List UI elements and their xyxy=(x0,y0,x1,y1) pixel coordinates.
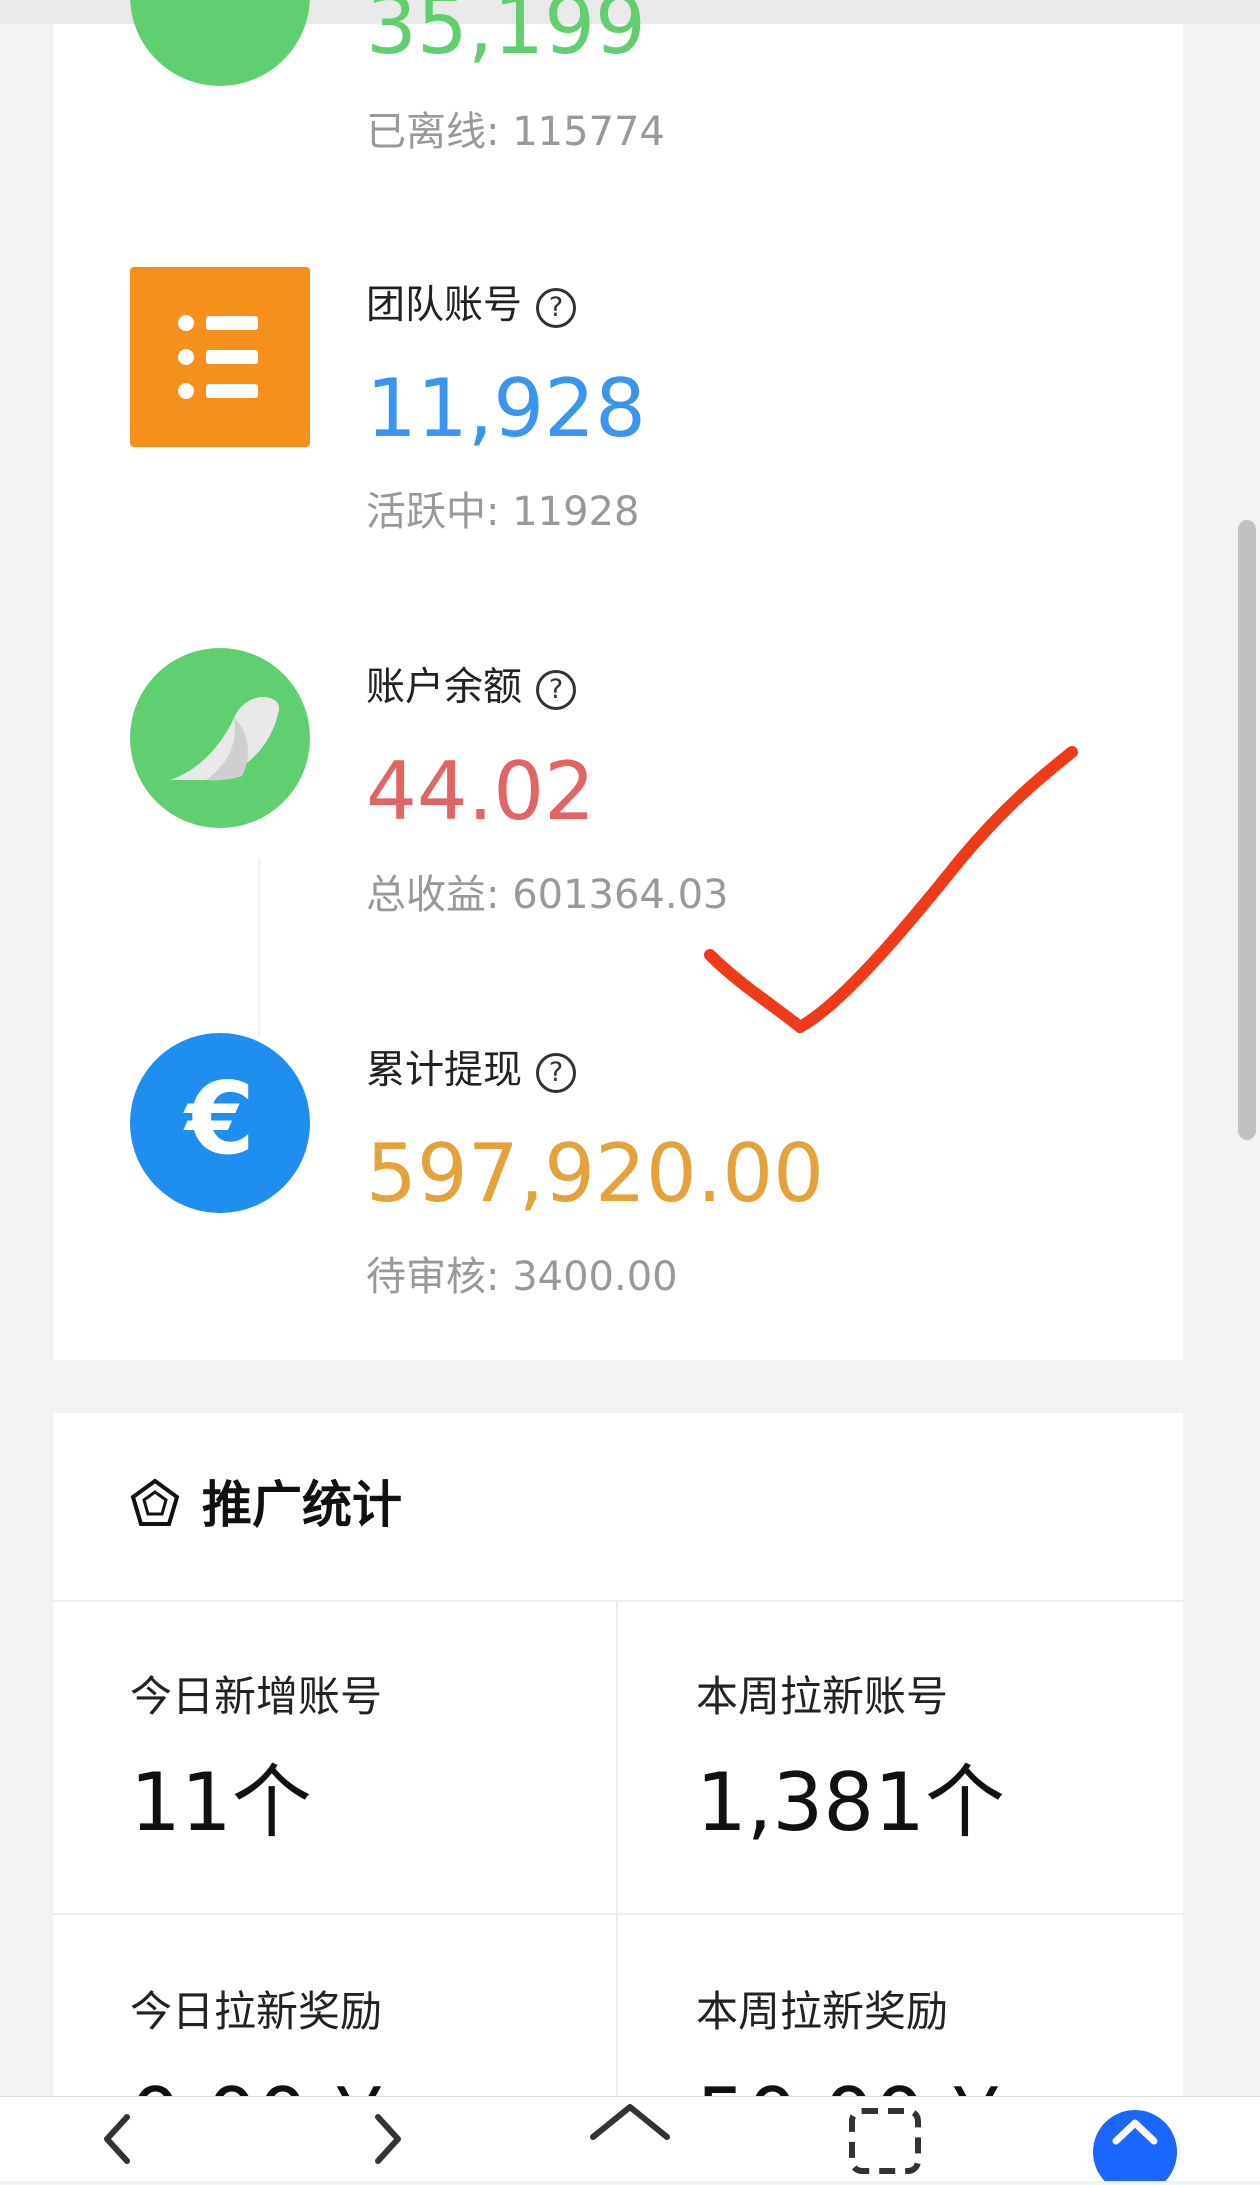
promo-header: 推广统计 xyxy=(130,1465,402,1540)
promo-card: 推广统计 今日新增账号 11个 本周拉新账号 1,381个 今日拉新奖励 0.0… xyxy=(53,1413,1183,2158)
today-reward-label: 今日拉新奖励 xyxy=(130,1987,383,2036)
forward-icon[interactable] xyxy=(340,2097,450,2181)
divider xyxy=(53,1913,1183,1915)
menu-icon[interactable] xyxy=(1080,2097,1190,2185)
week-new-accounts-label: 本周拉新账号 xyxy=(696,1672,949,1721)
scrollbar-thumb[interactable] xyxy=(1238,520,1256,1140)
pentagon-icon xyxy=(130,1478,180,1540)
divider xyxy=(53,1600,1183,1602)
back-icon[interactable] xyxy=(75,2097,185,2181)
today-new-accounts-value: 11个 xyxy=(130,1756,312,1849)
promo-title: 推广统计 xyxy=(202,1476,402,1534)
home-icon[interactable] xyxy=(575,2097,685,2181)
week-reward-label: 本周拉新奖励 xyxy=(696,1987,949,2036)
week-new-accounts-value: 1,381个 xyxy=(696,1756,1006,1849)
bottom-nav-bar xyxy=(0,2096,1260,2185)
tabs-icon[interactable] xyxy=(830,2097,940,2181)
today-new-accounts-label: 今日新增账号 xyxy=(130,1672,383,1721)
divider xyxy=(616,1600,618,2140)
